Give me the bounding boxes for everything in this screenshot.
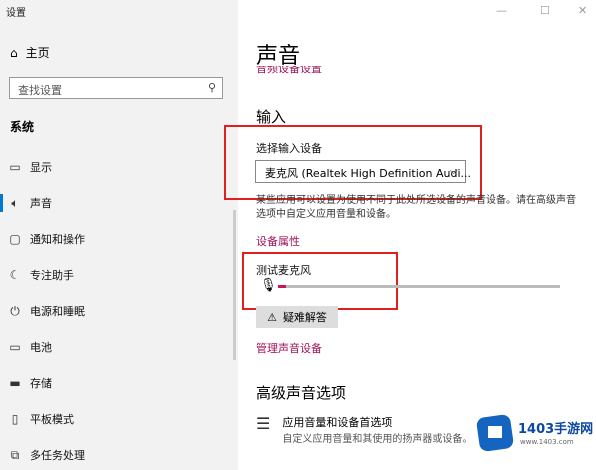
sidebar-home-label: 主页 xyxy=(25,46,50,60)
search-placeholder: 查找设置 xyxy=(18,84,62,97)
app-volume-title: 应用音量和设备首选项 xyxy=(282,416,393,429)
app-volume-preferences[interactable]: ☰ 应用音量和设备首选项 自定义应用音量和其使用的扬声器或设备。 xyxy=(256,414,486,445)
sidebar-section-title: 系统 xyxy=(10,120,35,134)
app-volume-subtitle: 自定义应用音量和其使用的扬声器或设备。 xyxy=(282,434,473,445)
watermark-url: www.1403.com xyxy=(520,438,574,446)
window-title: 设置 xyxy=(6,8,26,19)
sidebar-item-sound[interactable]: 🔈︎ 声音 xyxy=(0,191,238,215)
warning-icon: ⚠ xyxy=(267,310,277,324)
sidebar-scrollbar[interactable] xyxy=(233,210,236,360)
sidebar-item-focus-assist[interactable]: ☾ 专注助手 xyxy=(0,263,238,287)
watermark-logo: 1403手游网 www.1403.com xyxy=(475,410,594,466)
troubleshoot-button[interactable]: ⚠ 疑难解答 xyxy=(256,306,338,328)
search-input[interactable]: 查找设置 ⚲ xyxy=(9,77,223,99)
tablet-icon: ▯ xyxy=(11,412,19,426)
sidebar-home[interactable]: ⌂ 主页 xyxy=(10,44,50,61)
sidebar-item-label: 声音 xyxy=(30,197,52,210)
battery-icon: ▭ xyxy=(9,340,21,354)
microphone-icon: 🎙︎ xyxy=(260,278,277,293)
sidebar: 设置 ⌂ 主页 查找设置 ⚲ 系统 ▭ 显示 🔈︎ 声音 ▢ 通知和操作 ☾ 专… xyxy=(0,0,238,470)
watermark-brand: 1403手游网 xyxy=(518,422,594,437)
sidebar-item-label: 平板模式 xyxy=(30,413,74,426)
device-properties-link[interactable]: 设备属性 xyxy=(256,233,300,249)
monitor-icon: ▭ xyxy=(9,160,21,174)
manage-sound-devices-link[interactable]: 管理声音设备 xyxy=(256,340,322,356)
sidebar-item-label: 通知和操作 xyxy=(30,233,85,246)
sidebar-item-display[interactable]: ▭ 显示 xyxy=(0,155,238,179)
advanced-heading: 高级声音选项 xyxy=(256,384,347,402)
sliders-icon: ☰ xyxy=(256,414,271,433)
logo-screen-icon xyxy=(488,426,502,438)
sidebar-item-notifications[interactable]: ▢ 通知和操作 xyxy=(0,227,238,251)
chevron-down-icon: ⌵ xyxy=(449,164,458,177)
close-button[interactable]: ✕ xyxy=(578,4,587,17)
mic-level-track xyxy=(278,285,560,288)
notification-icon: ▢ xyxy=(9,232,21,246)
input-device-value: 麦克风 (Realtek High Definition Audi... xyxy=(265,167,472,180)
sidebar-item-storage[interactable]: ▬ 存储 xyxy=(0,371,238,395)
troubleshoot-label: 疑难解答 xyxy=(282,311,327,324)
moon-icon: ☾ xyxy=(9,268,21,282)
sidebar-item-battery[interactable]: ▭ 电池 xyxy=(0,335,238,359)
multitask-icon: ⧉ xyxy=(10,447,20,462)
sidebar-item-label: 专注助手 xyxy=(30,269,74,282)
minimize-button[interactable]: — xyxy=(496,4,507,17)
mic-level-fill xyxy=(278,285,286,288)
input-device-dropdown[interactable]: 麦克风 (Realtek High Definition Audi... ⌵ xyxy=(255,160,471,183)
search-icon[interactable]: ⚲ xyxy=(208,81,216,94)
sidebar-item-label: 电源和睡眠 xyxy=(30,305,85,318)
sidebar-item-label: 存储 xyxy=(30,377,52,390)
test-mic-label: 测试麦克风 xyxy=(256,264,311,277)
sidebar-item-multitasking[interactable]: ⧉ 多任务处理 xyxy=(0,443,238,467)
input-heading: 输入 xyxy=(256,108,287,126)
maximize-button[interactable]: ☐ xyxy=(540,4,550,17)
audio-device-settings-link[interactable]: 音频设备设置 xyxy=(256,66,322,74)
sidebar-item-tablet-mode[interactable]: ▯ 平板模式 xyxy=(0,407,238,431)
sidebar-item-label: 多任务处理 xyxy=(30,449,85,462)
choose-input-label: 选择输入设备 xyxy=(256,142,322,155)
storage-icon: ▬ xyxy=(9,376,21,390)
input-description: 某些应用可以设置为使用不同于此处所选设备的声音设备。请在高级声音选项中自定义应用… xyxy=(256,195,576,220)
home-icon: ⌂ xyxy=(10,45,18,60)
speaker-icon: 🔈︎ xyxy=(11,195,19,210)
sidebar-item-label: 电池 xyxy=(30,341,52,354)
sidebar-item-label: 显示 xyxy=(30,161,52,174)
sidebar-item-power[interactable]: ⏻ 电源和睡眠 xyxy=(0,299,238,323)
power-icon: ⏻ xyxy=(10,303,20,318)
